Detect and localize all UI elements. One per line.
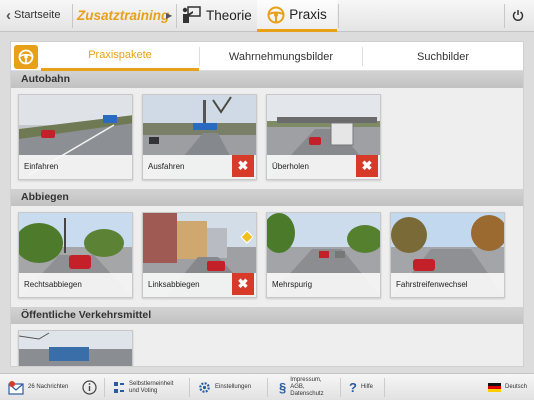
tile-linksabbiegen[interactable]: Linksabbiegen ✖: [142, 212, 257, 298]
steering-wheel-icon: [267, 6, 285, 23]
divider: [504, 4, 505, 28]
impressum-label: Impressum, AGB, Datenschutz: [290, 377, 323, 398]
voting-icon: [114, 381, 124, 393]
tile-ueberholen[interactable]: Überholen ✖: [266, 94, 381, 180]
german-flag-icon: [488, 383, 501, 392]
question-mark-icon: ?: [349, 380, 357, 395]
divider: [338, 4, 339, 28]
tile-einfahren[interactable]: Einfahren: [18, 94, 133, 180]
info-icon: [82, 380, 97, 395]
info-button[interactable]: [82, 374, 97, 400]
steering-wheel-icon: [18, 49, 34, 65]
tile-rechtsabbiegen[interactable]: Rechtsabbiegen: [18, 212, 133, 298]
tile-fahrstreifenwechsel[interactable]: Fahrstreifenwechsel: [390, 212, 505, 298]
messages-button[interactable]: 26 Nachrichten: [8, 374, 68, 400]
label-line: Datenschutz: [290, 391, 324, 397]
tile-label: Einfahren: [19, 155, 132, 179]
envelope-icon: [8, 380, 24, 395]
remove-button[interactable]: ✖: [356, 155, 378, 177]
remove-button[interactable]: ✖: [232, 273, 254, 295]
settings-label: Einstellungen: [215, 384, 252, 390]
tile-oeffentliche-verkehrsmittel[interactable]: [18, 330, 133, 366]
tab-praxispakete[interactable]: Praxispakete: [41, 42, 199, 71]
top-navigation-bar: ‹ Startseite Zusatztraining ▶ Theorie Pr…: [0, 0, 534, 32]
divider: [104, 378, 105, 397]
zusatztraining-menu-button[interactable]: Zusatztraining: [77, 8, 169, 23]
tab-wahrnehmungsbilder[interactable]: Wahrnehmungsbilder: [200, 42, 362, 71]
back-label: Startseite: [14, 9, 61, 21]
chevron-left-icon: ‹: [6, 6, 11, 24]
subtab-bar: Praxispakete Wahrnehmungsbilder Suchbild…: [11, 42, 523, 71]
label-line: und Voting: [129, 387, 158, 394]
bottom-toolbar: 26 Nachrichten Selbstlerneinheit und Voti…: [0, 373, 534, 400]
help-label: Hilfe: [360, 384, 373, 390]
selbstlerneinheit-label: Selbstlerneinheit und Voting: [129, 381, 173, 395]
impressum-button[interactable]: § Impressum, AGB, Datenschutz: [279, 374, 324, 400]
divider: [267, 378, 268, 397]
label-line: Impressum,: [290, 377, 322, 383]
label-line: AGB,: [290, 384, 305, 390]
back-to-startseite-button[interactable]: ‹ Startseite: [6, 6, 61, 24]
help-button[interactable]: ? Hilfe: [349, 374, 373, 400]
label-line: Selbstlerneinheit: [129, 380, 174, 387]
paragraph-icon: §: [279, 380, 287, 395]
section-header-oeffentliche-verkehrsmittel: Öffentliche Verkehrsmittel: [11, 307, 523, 324]
tile-label: Fahrstreifenwechsel: [391, 273, 504, 297]
section-header-abbiegen: Abbiegen: [11, 189, 523, 206]
praxis-label: Praxis: [289, 7, 327, 22]
tile-label: Rechtsabbiegen: [19, 273, 132, 297]
gear-icon: [199, 382, 210, 393]
praxis-panel: Praxispakete Wahrnehmungsbilder Suchbild…: [10, 41, 524, 367]
section-header-autobahn: Autobahn: [11, 71, 523, 88]
theorie-label: Theorie: [206, 7, 252, 23]
teacher-board-icon: [182, 6, 201, 23]
divider: [176, 4, 177, 28]
divider: [384, 378, 385, 397]
tile-photo: [19, 331, 132, 366]
settings-button[interactable]: Einstellungen: [198, 374, 251, 400]
tile-ausfahren[interactable]: Ausfahren ✖: [142, 94, 257, 180]
tab-praxis[interactable]: Praxis: [257, 0, 337, 32]
divider: [72, 4, 73, 28]
steering-wheel-button[interactable]: [14, 45, 38, 69]
tab-theorie[interactable]: Theorie: [181, 5, 252, 25]
selbstlerneinheit-button[interactable]: Selbstlerneinheit und Voting: [113, 374, 173, 400]
language-button[interactable]: Deutsch: [488, 374, 527, 400]
menu-arrow-icon: ▶: [166, 11, 173, 20]
power-icon[interactable]: [512, 9, 524, 21]
tile-mehrspurig[interactable]: Mehrspurig: [266, 212, 381, 298]
tile-label: Mehrspurig: [267, 273, 380, 297]
language-label: Deutsch: [505, 384, 528, 390]
divider: [189, 378, 190, 397]
divider: [340, 378, 341, 397]
tab-suchbilder[interactable]: Suchbilder: [363, 42, 523, 71]
messages-label: 26 Nachrichten: [28, 384, 69, 390]
remove-button[interactable]: ✖: [232, 155, 254, 177]
